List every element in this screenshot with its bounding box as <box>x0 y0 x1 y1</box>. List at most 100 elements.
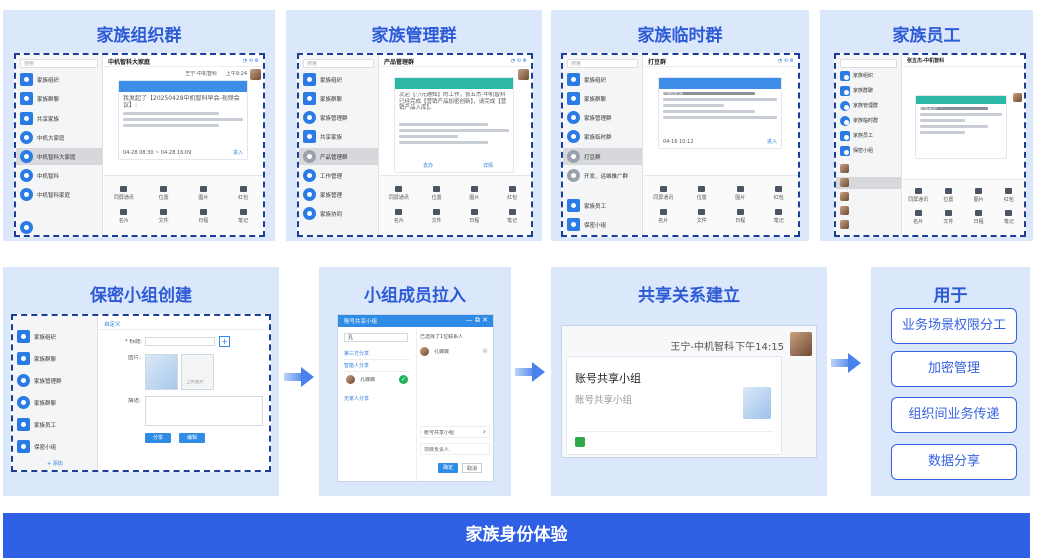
search-input[interactable]: 孔 <box>344 333 408 342</box>
tool-button[interactable]: 名片 <box>104 209 144 224</box>
sidebar-item[interactable]: 家族管理群 <box>836 99 901 113</box>
tool-button[interactable]: 笔记 <box>223 209 263 224</box>
selected-member[interactable]: 孔蝶蝶 ⊗ <box>420 345 490 359</box>
header-actions[interactable]: ◔ ⟲ ⚙ <box>778 58 794 64</box>
sidebar-item[interactable]: 工作管理 <box>299 167 378 184</box>
sidebar-item[interactable]: 保密小组 <box>13 438 97 455</box>
tool-button[interactable]: 文件 <box>933 210 963 225</box>
tool-button[interactable]: 笔记 <box>994 210 1024 225</box>
tool-button[interactable]: 位置 <box>418 186 456 201</box>
tool-button[interactable]: 图片 <box>964 188 994 203</box>
tool-button[interactable]: 同屏通讯 <box>104 186 144 201</box>
search-input[interactable]: 搜索 <box>303 59 374 68</box>
tool-button[interactable]: 文件 <box>683 209 722 224</box>
header-actions[interactable]: ◔ ⟲ ⚙ <box>243 58 259 64</box>
sidebar-item[interactable]: 家族群聊 <box>13 394 97 411</box>
member-row[interactable]: 孔蝶蝶 ✓ <box>344 373 410 387</box>
tool-button[interactable]: 日程 <box>184 209 224 224</box>
tool-button[interactable]: 位置 <box>144 186 184 201</box>
sidebar-item-selected[interactable]: 产品管理群 <box>299 148 378 165</box>
header-actions[interactable]: ◔ ⟲ ⚙ <box>511 58 527 64</box>
sidebar-item[interactable]: 中机智科家庭 <box>16 186 102 203</box>
tool-button[interactable]: 位置 <box>683 186 722 201</box>
tool-button[interactable]: 文件 <box>418 209 456 224</box>
tool-button[interactable]: 日程 <box>964 210 994 225</box>
tool-button[interactable]: 日程 <box>721 209 760 224</box>
sidebar-item[interactable]: 家族协同 <box>299 205 378 222</box>
sidebar-item[interactable]: 家族管理 <box>299 186 378 203</box>
todo-button[interactable]: 去办 <box>423 162 433 169</box>
sidebar-item[interactable]: 家族群聊 <box>13 350 97 367</box>
contact-item[interactable] <box>836 191 901 203</box>
notice-card[interactable]: 小元通知 发起【小元通知】的工作，张五杰-中机智科已经完成【营销产品加密创新】，… <box>394 77 514 173</box>
sidebar-item[interactable]: 家族管理群 <box>13 372 97 389</box>
contact-item[interactable] <box>836 163 901 175</box>
enter-link[interactable]: 进入 <box>767 138 777 145</box>
usage-permission-button[interactable]: 业务场景权限分工 <box>891 308 1017 344</box>
contact-item[interactable] <box>836 219 901 231</box>
tool-button[interactable]: 红包 <box>760 186 799 201</box>
image-preview[interactable] <box>145 354 178 390</box>
tool-button[interactable]: 名片 <box>903 210 933 225</box>
edit-button[interactable]: 编辑 <box>179 433 205 443</box>
sidebar-item[interactable]: 家族组织 <box>836 69 901 83</box>
tool-button[interactable]: 日程 <box>456 209 494 224</box>
sidebar-item[interactable]: 共享家族 <box>299 128 378 145</box>
tool-button[interactable]: 文件 <box>144 209 184 224</box>
tool-button[interactable]: 位置 <box>933 188 963 203</box>
tree-group[interactable]: 第三方分享 智能人分享 <box>344 348 410 372</box>
tool-button[interactable]: 红包 <box>493 186 531 201</box>
check-icon[interactable]: ✓ <box>399 375 408 384</box>
enter-link[interactable]: 进入 <box>233 149 243 156</box>
sidebar-item[interactable]: 中机大家庭 <box>16 129 102 146</box>
sidebar-item[interactable]: 家族管理群 <box>563 109 642 126</box>
tool-button[interactable]: 同屏通讯 <box>380 186 418 201</box>
close-icon[interactable]: — ⧉ ✕ <box>466 316 488 325</box>
sidebar-item[interactable]: 家族临时群 <box>836 114 901 128</box>
sidebar-item-selected[interactable]: 打豆群 <box>563 148 642 165</box>
add-field-button[interactable]: + <box>219 336 230 347</box>
sidebar-item[interactable]: 家族群聊 <box>563 90 642 107</box>
search-input[interactable]: 搜索 <box>567 59 638 68</box>
tool-button[interactable]: 同屏通讯 <box>644 186 683 201</box>
meeting-card[interactable]: 我发起了【20250428中机智科早会-视频会议】: 04-28 08:30 ~… <box>118 80 248 160</box>
meeting-card[interactable]: 专项会议 <box>915 95 1007 159</box>
tool-button[interactable]: 名片 <box>380 209 418 224</box>
group-row[interactable]: 账号共享小组 › <box>420 426 490 438</box>
tool-button[interactable]: 图片 <box>184 186 224 201</box>
sidebar-item[interactable]: 家族组织 <box>16 71 102 88</box>
tool-button[interactable]: 红包 <box>223 186 263 201</box>
sidebar-item[interactable] <box>16 219 102 235</box>
sidebar-item[interactable]: 家族群聊 <box>16 90 102 107</box>
sidebar-item[interactable]: 家族临时群 <box>563 128 642 145</box>
tool-button[interactable]: 名片 <box>644 209 683 224</box>
sidebar-item[interactable]: 家族组织 <box>13 328 97 345</box>
sidebar-item[interactable]: 家族组织 <box>299 71 378 88</box>
sidebar-item[interactable]: 家族员工 <box>13 416 97 433</box>
tree-group[interactable]: 无家人分享 <box>344 395 369 402</box>
search-input[interactable]: 搜索 <box>20 59 98 68</box>
sidebar-item[interactable]: 保密小组 <box>836 144 901 158</box>
tool-button[interactable]: 笔记 <box>493 209 531 224</box>
usage-encryption-button[interactable]: 加密管理 <box>891 351 1017 387</box>
tool-button[interactable]: 红包 <box>994 188 1024 203</box>
remove-icon[interactable]: ⊗ <box>482 347 488 355</box>
sidebar-item[interactable]: 家族员工 <box>836 129 901 143</box>
desc-field[interactable] <box>145 396 263 426</box>
sidebar-item[interactable]: 共享家族 <box>16 110 102 127</box>
share-card[interactable]: 账号共享小组 账号共享小组 <box>566 356 782 455</box>
detail-button[interactable]: 详情 <box>483 162 493 169</box>
add-button[interactable]: + 添加 <box>47 460 63 467</box>
contact-item[interactable] <box>836 205 901 217</box>
tool-button[interactable]: 笔记 <box>760 209 799 224</box>
sidebar-item[interactable]: 家族管理群 <box>299 109 378 126</box>
search-input[interactable] <box>840 59 897 68</box>
tool-button[interactable]: 同屏通讯 <box>903 188 933 203</box>
sidebar-item[interactable]: 中机智科 <box>16 167 102 184</box>
tool-button[interactable]: 图片 <box>456 186 494 201</box>
sidebar-item[interactable]: 保密小组 <box>563 216 642 233</box>
feedback-card[interactable]: 问题反馈 04-16 10:12 进入 <box>658 77 782 149</box>
confirm-button[interactable]: 确定 <box>438 463 458 473</box>
role-row[interactable]: 项目负责人 <box>420 443 490 455</box>
sidebar-item[interactable]: 家族群聊 <box>836 84 901 98</box>
